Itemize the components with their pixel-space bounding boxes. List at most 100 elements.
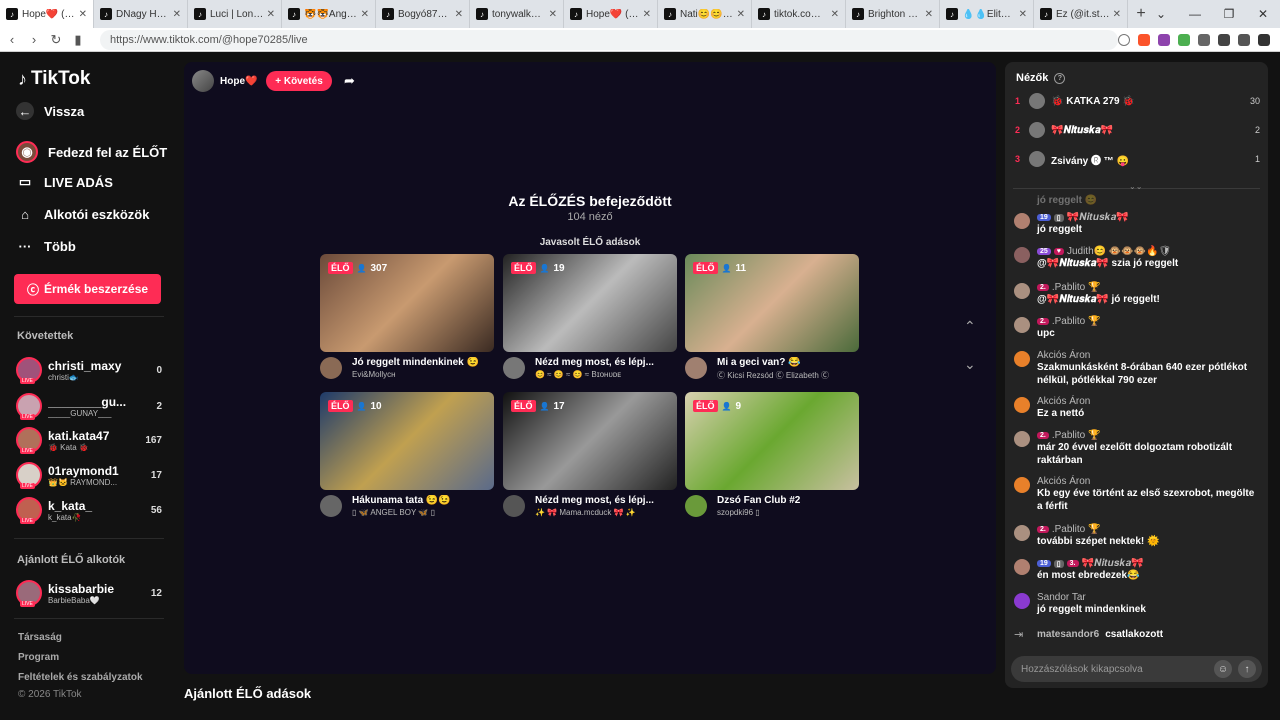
footer-link[interactable]: Társaság — [18, 632, 62, 643]
share-icon[interactable]: ➦ — [344, 73, 355, 89]
followed-creator[interactable]: LIVE k_kata_ k_kata🥀 56 — [16, 494, 162, 526]
browser-tab[interactable]: ♪ Ez (@it.stinx) ÉL✕ — [1034, 0, 1128, 28]
back-icon[interactable]: ‹ — [2, 32, 22, 47]
card-host[interactable]: ▯ 🦋 ANGEL BOY 🦋 ▯ — [352, 508, 492, 517]
avatar[interactable] — [1014, 397, 1030, 413]
nav-item[interactable]: ← Vissza — [16, 102, 84, 120]
puzzle-icon[interactable] — [1198, 33, 1210, 46]
avatar[interactable] — [1014, 351, 1030, 367]
avatar[interactable] — [1014, 317, 1030, 333]
close-tab-icon[interactable]: ✕ — [737, 9, 745, 20]
avatar[interactable] — [320, 495, 342, 517]
card-host[interactable]: Evi&Mollyᴄʜ — [352, 370, 492, 379]
avatar[interactable] — [503, 495, 525, 517]
live-card[interactable]: ÉLŐ 👤 307 Jó reggelt mindenkinek 😉 Evi&Molly… — [320, 254, 494, 379]
brave-shield-icon[interactable] — [1138, 33, 1150, 46]
message-author[interactable]: Akciós Áron — [1037, 396, 1260, 407]
emoji-icon[interactable]: ☺ — [1214, 660, 1232, 678]
close-tab-icon[interactable]: ✕ — [1019, 9, 1027, 20]
top-viewer-row[interactable]: 1 🐞 KATKA 279 🐞 30 — [1015, 90, 1260, 112]
author-name[interactable]: .Pablito 🏆 — [1052, 316, 1101, 327]
card-title[interactable]: Jó reggelt mindenkinek 😉 — [352, 357, 492, 368]
avatar[interactable]: LIVE — [16, 357, 42, 384]
card-title[interactable]: Nézd meg most, és lépj... — [535, 357, 675, 368]
avatar[interactable] — [1029, 93, 1045, 109]
browser-tab[interactable]: ♪ tonywalks83 (@t✕ — [470, 0, 564, 28]
card-title[interactable]: Dzsó Fan Club #2 — [717, 495, 857, 506]
browser-tab[interactable]: ♪ 💧💧Elite Jáno✕ — [940, 0, 1034, 28]
author-name[interactable]: .Pablito 🏆 — [1052, 524, 1101, 535]
get-coins-button[interactable]: ⓒ Érmék beszerzése — [14, 274, 161, 304]
menu-icon[interactable] — [1258, 33, 1270, 46]
avatar[interactable] — [1029, 151, 1045, 167]
message-author[interactable]: Akciós Áron — [1037, 476, 1260, 487]
host-name[interactable]: Hope❤️ — [220, 76, 257, 87]
nav-item[interactable]: ··· Több — [16, 237, 76, 255]
join-username[interactable]: matesandor6 — [1037, 629, 1099, 640]
close-tab-icon[interactable]: ✕ — [925, 9, 933, 20]
stream-thumbnail[interactable]: ÉLŐ 👤 19 — [503, 254, 677, 352]
viewer-name[interactable]: 🎀𝑵𝒊𝒕𝒖𝒔𝒌𝒂🎀 — [1051, 125, 1255, 136]
collapse-icon[interactable]: ⌄ — [1144, 0, 1178, 28]
author-name[interactable]: 🎀𝑵𝒊𝒕𝒖𝒔𝒌𝒂🎀 — [1082, 558, 1144, 569]
browser-tab[interactable]: ♪ Luci | London Liv✕ — [188, 0, 282, 28]
message-author[interactable]: 2. .Pablito 🏆 — [1037, 430, 1260, 441]
card-host[interactable]: 😊 ≈ 😊 ≈ 😊 ≈ Bɪᴏʜᴜᴅᴇ — [535, 370, 675, 379]
chevron-down-icon[interactable]: ⌄ — [964, 356, 976, 373]
avatar[interactable] — [685, 495, 707, 517]
live-card[interactable]: ÉLŐ 👤 11 Mi a geci van? 😂 Ⓒ Kicsi Rezsód Ⓒ E… — [685, 254, 859, 381]
close-window-icon[interactable]: ✕ — [1246, 0, 1280, 28]
avatar[interactable] — [1029, 122, 1045, 138]
expand-chevron-icon[interactable]: ⌄⌄ — [1129, 182, 1142, 191]
message-author[interactable]: 2. .Pablito 🏆 — [1037, 316, 1260, 327]
stream-thumbnail[interactable]: ÉLŐ 👤 10 — [320, 392, 494, 490]
browser-tab[interactable]: ♪ Brighton City as✕ — [846, 0, 940, 28]
url-field[interactable]: https://www.tiktok.com/@hope70285/live — [100, 29, 1118, 50]
avatar[interactable] — [1014, 283, 1030, 299]
avatar[interactable] — [320, 357, 342, 379]
close-tab-icon[interactable]: ✕ — [173, 9, 181, 20]
author-name[interactable]: Akciós Áron — [1037, 396, 1090, 407]
browser-tab[interactable]: ♪ tiktok.com/@fel✕ — [752, 0, 846, 28]
avatar[interactable] — [1014, 593, 1030, 609]
author-name[interactable]: Sandor Tar — [1037, 592, 1086, 603]
close-tab-icon[interactable]: ✕ — [455, 9, 463, 20]
host-avatar[interactable] — [192, 70, 214, 92]
avatar[interactable] — [1014, 477, 1030, 493]
minimize-icon[interactable]: — — [1178, 0, 1212, 28]
send-icon[interactable]: ↑ — [1238, 660, 1256, 678]
card-host[interactable]: Ⓒ Kicsi Rezsód Ⓒ Elizabeth Ⓒ — [717, 370, 857, 381]
message-author[interactable]: 2. .Pablito 🏆 — [1037, 282, 1260, 293]
live-card[interactable]: ÉLŐ 👤 10 Hákunama tata 😉😉 ▯ 🦋 ANGEL BOY 🦋 ▯ — [320, 392, 494, 517]
footer-link[interactable]: Feltételek és szabályzatok — [18, 672, 143, 683]
avatar[interactable] — [503, 357, 525, 379]
card-title[interactable]: Nézd meg most, és lépj... — [535, 495, 675, 506]
author-name[interactable]: Akciós Áron — [1037, 350, 1090, 361]
followed-creator[interactable]: LIVE kissabarbie BarbieBaba🤍 12 — [16, 577, 162, 609]
stream-thumbnail[interactable]: ÉLŐ 👤 307 — [320, 254, 494, 352]
stream-thumbnail[interactable]: ÉLŐ 👤 11 — [685, 254, 859, 352]
message-author[interactable]: 19 ▯ 🎀𝑵𝒊𝒕𝒖𝒔𝒌𝒂🎀 — [1037, 212, 1260, 223]
avatar[interactable]: LIVE — [16, 580, 42, 607]
avatar[interactable] — [1014, 247, 1030, 263]
live-card[interactable]: ÉLŐ 👤 19 Nézd meg most, és lépj... 😊 ≈ 😊 ≈ 😊… — [503, 254, 677, 379]
author-name[interactable]: Akciós Áron — [1037, 476, 1090, 487]
card-title[interactable]: Hákunama tata 😉😉 — [352, 495, 492, 506]
top-viewer-row[interactable]: 3 Zsivány 🅡 ™ 😛 1 — [1015, 148, 1260, 170]
avatar[interactable] — [685, 357, 707, 379]
message-author[interactable]: 19 ▯ 3. 🎀𝑵𝒊𝒕𝒖𝒔𝒌𝒂🎀 — [1037, 558, 1260, 569]
maximize-icon[interactable]: ❐ — [1212, 0, 1246, 28]
message-author[interactable]: Akciós Áron — [1037, 350, 1260, 361]
avatar[interactable]: LIVE — [16, 462, 42, 489]
viewer-name[interactable]: Zsivány 🅡 ™ 😛 — [1051, 152, 1255, 167]
card-host[interactable]: szopdki96 ▯ — [717, 508, 857, 517]
followed-creator[interactable]: LIVE christi_maxy christi🐟 0 — [16, 354, 162, 386]
follow-button[interactable]: + Követés — [266, 71, 332, 91]
host-info[interactable]: Hope❤️ — [192, 70, 257, 92]
browser-tab[interactable]: ♪ Hope❤️ (@hope✕ — [564, 0, 658, 28]
close-tab-icon[interactable]: ✕ — [549, 9, 557, 20]
extension-icon[interactable] — [1178, 33, 1190, 46]
close-tab-icon[interactable]: ✕ — [643, 9, 651, 20]
card-title[interactable]: Mi a geci van? 😂 — [717, 357, 857, 368]
help-icon[interactable]: ? — [1054, 72, 1066, 84]
